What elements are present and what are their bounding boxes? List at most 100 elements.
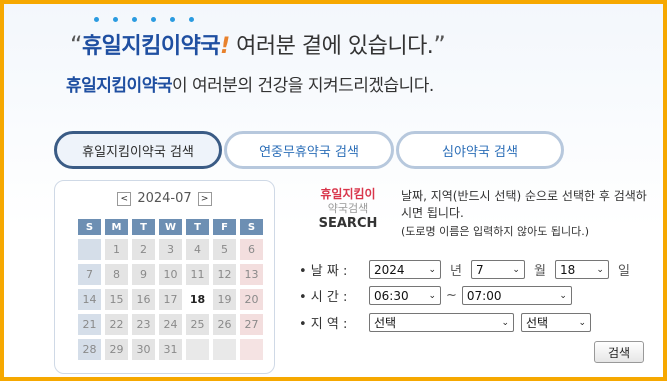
area-select-district[interactable]: 선택 ⌄: [521, 313, 591, 332]
calendar-day[interactable]: 12: [213, 264, 236, 285]
calendar-day[interactable]: 30: [132, 339, 155, 360]
subheadline-brand: 휴일지킴이약국: [66, 76, 172, 96]
year-select[interactable]: 2024 ⌄: [369, 260, 441, 279]
calendar-day[interactable]: 11: [186, 264, 209, 285]
day-value: 18: [559, 262, 576, 277]
guide-note: (도로명 이름은 입력하지 않아도 됩니다.): [401, 224, 589, 238]
calendar-day[interactable]: 1: [105, 239, 128, 260]
calendar-day[interactable]: 4: [186, 239, 209, 260]
calendar-day[interactable]: 28: [78, 339, 101, 360]
calendar-grid: S M T W T F S 1 2 3 4 5 6 7 8 9 10 11 12 13 14 15 16 17 18 19 20 21…: [78, 219, 263, 360]
calendar-day[interactable]: 23: [132, 314, 155, 335]
pharmacy-search-panel: “휴일지킴이약국! 여러분 곁에 있습니다.” 휴일지킴이약국이 여러분의 건강…: [0, 0, 667, 381]
day-unit: 일: [617, 264, 630, 279]
search-logo-line1: 휴일지킴이: [320, 187, 376, 201]
calendar-day[interactable]: 13: [240, 264, 263, 285]
search-guide: 날짜, 지역(반드시 선택) 순으로 선택한 후 검색하시면 됩니다. (도로명…: [401, 188, 651, 239]
area-select-city[interactable]: 선택 ⌄: [369, 313, 514, 332]
chevron-down-icon: ⌄: [512, 264, 520, 275]
calendar-day[interactable]: 14: [78, 289, 101, 310]
calendar-day[interactable]: 3: [159, 239, 182, 260]
area-label: • 지 역 :: [299, 317, 348, 332]
tab-year-round-pharmacy[interactable]: 연중무휴약국 검색: [224, 131, 394, 169]
calendar-day[interactable]: 29: [105, 339, 128, 360]
subheadline-text: 이 여러분의 건강을 지켜드리겠습니다.: [171, 76, 434, 96]
calendar-header: < 2024-07 >: [55, 191, 274, 206]
calendar-day[interactable]: 16: [132, 289, 155, 310]
time-separator: ~: [446, 288, 457, 303]
chevron-down-icon: ⌄: [428, 290, 436, 301]
calendar-day-empty: [186, 339, 209, 360]
calendar-day[interactable]: 24: [159, 314, 182, 335]
area-city-value: 선택: [374, 316, 397, 330]
month-value: 7: [475, 262, 484, 277]
calendar-day[interactable]: 21: [78, 314, 101, 335]
calendar-day[interactable]: 25: [186, 314, 209, 335]
calendar-next-button[interactable]: >: [197, 191, 212, 206]
calendar-weekday: M: [105, 219, 128, 235]
search-tabs: 휴일지킴이약국 검색 연중무휴약국 검색 심야약국 검색: [54, 131, 564, 169]
calendar-day[interactable]: 5: [213, 239, 236, 260]
subheadline: 휴일지킴이약국이 여러분의 건강을 지켜드리겠습니다.: [66, 71, 434, 96]
calendar-day[interactable]: 7: [78, 264, 101, 285]
search-logo: 휴일지킴이 약국검색 SEARCH: [312, 187, 384, 232]
chevron-down-icon: ⌄: [501, 317, 509, 328]
calendar-day[interactable]: 31: [159, 339, 182, 360]
headline-exclaim: !: [220, 34, 230, 59]
calendar-weekday: W: [159, 219, 182, 235]
headline-quote-open: “: [70, 31, 82, 59]
decorative-dots: [94, 17, 194, 22]
calendar-weekday: T: [186, 219, 209, 235]
calendar-weekday: S: [78, 219, 101, 235]
guide-text: 날짜, 지역(반드시 선택) 순으로 선택한 후 검색하시면 됩니다.: [401, 189, 647, 220]
headline-text: 여러분 곁에 있습니다.: [229, 34, 434, 59]
month-select[interactable]: 7 ⌄: [470, 260, 525, 279]
time-to-value: 07:00: [466, 288, 502, 303]
year-unit: 년: [450, 264, 462, 279]
tab-holiday-pharmacy[interactable]: 휴일지킴이약국 검색: [54, 131, 222, 169]
day-select[interactable]: 18 ⌄: [554, 260, 609, 279]
date-row: • 날 짜 : 2024 ⌄ 년 7 ⌄ 월 18 ⌄ 일: [299, 260, 639, 279]
area-row: • 지 역 : 선택 ⌄ 선택 ⌄: [299, 313, 591, 332]
search-logo-line3: SEARCH: [318, 215, 378, 231]
calendar-day[interactable]: 27: [240, 314, 263, 335]
calendar-day[interactable]: 18: [186, 289, 209, 310]
calendar-weekday: F: [213, 219, 236, 235]
calendar-day[interactable]: 26: [213, 314, 236, 335]
time-row: • 시 간 : 06:30 ⌄ ~ 07:00 ⌄: [299, 286, 572, 305]
calendar-day[interactable]: 22: [105, 314, 128, 335]
calendar-day[interactable]: 19: [213, 289, 236, 310]
calendar: < 2024-07 > S M T W T F S 1 2 3 4 5 6 7 8 9 10 11 12 13 14 15…: [54, 180, 275, 374]
calendar-day-empty: [240, 339, 263, 360]
time-from-value: 06:30: [374, 288, 409, 303]
year-value: 2024: [374, 262, 405, 277]
chevron-down-icon: ⌄: [428, 264, 436, 275]
calendar-day[interactable]: 6: [240, 239, 263, 260]
calendar-day[interactable]: 2: [132, 239, 155, 260]
calendar-weekday: T: [132, 219, 155, 235]
chevron-down-icon: ⌄: [578, 317, 586, 328]
time-label: • 시 간 :: [299, 290, 348, 305]
headline: “휴일지킴이약국! 여러분 곁에 있습니다.”: [70, 28, 446, 60]
calendar-prev-button[interactable]: <: [117, 191, 132, 206]
headline-brand: 휴일지킴이약국: [81, 34, 221, 59]
search-logo-line2: 약국검색: [327, 202, 369, 215]
time-from-select[interactable]: 06:30 ⌄: [369, 286, 441, 305]
calendar-day[interactable]: 8: [105, 264, 128, 285]
calendar-day-empty: [78, 239, 101, 260]
tab-night-pharmacy[interactable]: 심야약국 검색: [396, 131, 564, 169]
time-to-select[interactable]: 07:00 ⌄: [461, 286, 572, 305]
calendar-day[interactable]: 17: [159, 289, 182, 310]
chevron-down-icon: ⌄: [596, 264, 604, 275]
chevron-down-icon: ⌄: [559, 290, 567, 301]
calendar-weekday: S: [240, 219, 263, 235]
calendar-day[interactable]: 10: [159, 264, 182, 285]
calendar-day[interactable]: 9: [132, 264, 155, 285]
calendar-day[interactable]: 20: [240, 289, 263, 310]
area-district-value: 선택: [526, 316, 549, 330]
search-button[interactable]: 검색: [594, 341, 644, 363]
headline-quote-close: ”: [433, 31, 446, 59]
month-unit: 월: [533, 264, 546, 279]
date-label: • 날 짜 :: [299, 264, 348, 279]
calendar-day[interactable]: 15: [105, 289, 128, 310]
